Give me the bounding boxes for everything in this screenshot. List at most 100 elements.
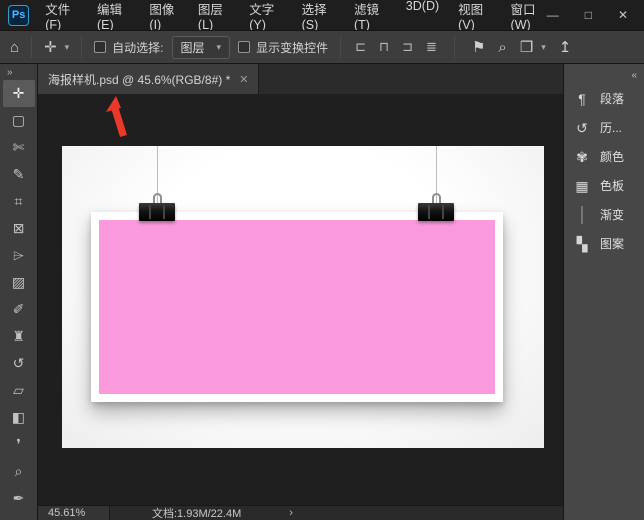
quick-selection-tool[interactable]: ✎ bbox=[3, 161, 35, 188]
home-icon[interactable]: ⌂ bbox=[10, 40, 19, 55]
panel-paragraph[interactable]: ¶ 段落 bbox=[564, 84, 644, 113]
photoshop-window: Ps 文件(F) 编辑(E) 图像(I) 图层(L) 文字(Y) 选择(S) 滤… bbox=[0, 0, 644, 520]
blur-icon: ❜ bbox=[16, 436, 21, 452]
menu-image[interactable]: 图像(I) bbox=[149, 0, 179, 32]
search-icon[interactable]: ⌕ bbox=[498, 40, 506, 55]
frame-icon: ⊠ bbox=[12, 220, 25, 236]
clip-loop bbox=[431, 193, 441, 203]
auto-select-checkbox[interactable] bbox=[94, 41, 107, 53]
panel-label: 图案 bbox=[600, 237, 625, 251]
dropdown-value: 图层 bbox=[180, 40, 205, 55]
binder-clip-right bbox=[418, 193, 454, 221]
menu-type[interactable]: 文字(Y) bbox=[249, 0, 282, 32]
dock-collapse-icon[interactable]: « bbox=[631, 70, 637, 81]
tools-panel: » ✛ ▢ ✄ ✎ ⌗ ⊠ ⌲ ▨ ✐ ♜ ↺ ▱ ◧ ❜ ⌕ ✒ bbox=[0, 64, 38, 520]
document-artboard[interactable] bbox=[62, 146, 544, 448]
auto-select-option[interactable]: 自动选择: bbox=[94, 39, 164, 56]
menu-3d[interactable]: 3D(D) bbox=[406, 0, 439, 32]
auto-select-label: 自动选择: bbox=[112, 40, 164, 55]
marquee-icon: ▢ bbox=[11, 112, 26, 128]
auto-select-target-dropdown[interactable]: 图层 ▾ bbox=[171, 35, 231, 59]
panel-patterns[interactable]: ▚ 图案 bbox=[564, 229, 644, 258]
clip-loop bbox=[152, 193, 162, 203]
crop-tool[interactable]: ⌗ bbox=[3, 188, 35, 215]
tool-options-bar: ⌂ ✛ ▾ 自动选择: 图层 ▾ 显示变换控件 ⊏ ⊓ ⊐ ≣ ⚑ ⌕ ❒ ▾ … bbox=[0, 30, 644, 64]
title-bar: Ps 文件(F) 编辑(E) 图像(I) 图层(L) 文字(Y) 选择(S) 滤… bbox=[0, 0, 644, 32]
history-icon: ↺ bbox=[576, 119, 588, 136]
menu-layer[interactable]: 图层(L) bbox=[198, 0, 230, 32]
dodge-icon: ⌕ bbox=[14, 463, 23, 479]
separator bbox=[340, 36, 342, 58]
menu-window[interactable]: 窗口(W) bbox=[511, 0, 547, 32]
clone-stamp-tool[interactable]: ♜ bbox=[3, 323, 35, 350]
panel-swatches[interactable]: ▦ 色板 bbox=[564, 171, 644, 200]
pattern-icon: ▚ bbox=[576, 235, 588, 252]
blur-tool[interactable]: ❜ bbox=[3, 431, 35, 458]
panel-label: 色板 bbox=[600, 179, 625, 193]
panel-gradients[interactable]: 渐变 bbox=[564, 200, 644, 229]
show-transform-option[interactable]: 显示变换控件 bbox=[238, 39, 328, 56]
move-tool[interactable]: ✛ bbox=[2, 80, 35, 107]
document-size-info: 文档:1.93M/22.4M bbox=[152, 508, 242, 520]
history-brush-tool[interactable]: ↺ bbox=[3, 350, 35, 377]
crop-icon: ⌗ bbox=[14, 193, 23, 209]
brush-tool[interactable]: ✐ bbox=[3, 296, 35, 323]
binder-clip-left bbox=[139, 193, 175, 221]
align-left-icon[interactable]: ⊏ bbox=[355, 39, 366, 55]
document-tab[interactable]: 海报样机.psd @ 45.6%(RGB/8#) * ✕ bbox=[38, 64, 260, 94]
eraser-tool[interactable]: ▱ bbox=[3, 377, 35, 404]
align-right-icon[interactable]: ⊐ bbox=[402, 39, 413, 55]
history-brush-icon: ↺ bbox=[12, 355, 25, 371]
close-icon[interactable]: ✕ bbox=[618, 9, 628, 21]
quick-selection-icon: ✎ bbox=[12, 166, 25, 182]
pen-tool[interactable]: ✒ bbox=[3, 485, 35, 512]
flag-icon[interactable]: ⚑ bbox=[472, 40, 485, 55]
arrange-documents-icon: ❒ bbox=[519, 38, 534, 56]
poster-paper[interactable] bbox=[91, 212, 503, 402]
photoshop-logo-icon: Ps bbox=[8, 4, 30, 26]
clone-stamp-icon: ♜ bbox=[12, 328, 25, 344]
menu-edit[interactable]: 编辑(E) bbox=[97, 0, 130, 32]
healing-brush-icon: ▨ bbox=[11, 274, 26, 290]
menu-file[interactable]: 文件(F) bbox=[45, 0, 78, 32]
zoom-level-field[interactable]: 45.61% bbox=[38, 506, 110, 520]
menu-select[interactable]: 选择(S) bbox=[302, 0, 335, 32]
panel-label: 历... bbox=[600, 121, 623, 135]
rectangular-marquee-tool[interactable]: ▢ bbox=[3, 107, 35, 134]
separator bbox=[31, 36, 33, 58]
swatches-icon: ▦ bbox=[575, 177, 589, 194]
separator bbox=[453, 36, 455, 58]
show-transform-label: 显示变换控件 bbox=[256, 40, 329, 55]
share-icon[interactable]: ↥ bbox=[559, 40, 572, 55]
minimize-icon[interactable]: — bbox=[547, 9, 559, 21]
options-bar-right: ⊏ ⊓ ⊐ ≣ ⚑ ⌕ ❒ ▾ ↥ bbox=[355, 36, 571, 58]
eyedropper-tool[interactable]: ⌲ bbox=[3, 242, 35, 269]
pen-icon: ✒ bbox=[12, 490, 25, 506]
lasso-icon: ✄ bbox=[12, 139, 25, 155]
healing-brush-tool[interactable]: ▨ bbox=[3, 269, 35, 296]
gradient-tool[interactable]: ◧ bbox=[3, 404, 35, 431]
status-chevron-icon[interactable]: › bbox=[289, 507, 293, 519]
menu-view[interactable]: 视图(V) bbox=[458, 0, 491, 32]
clip-body bbox=[139, 203, 175, 221]
show-transform-checkbox[interactable] bbox=[238, 41, 251, 53]
poster-pink-artwork[interactable] bbox=[99, 220, 495, 394]
align-center-icon[interactable]: ⊓ bbox=[379, 39, 389, 55]
tab-close-icon[interactable]: ✕ bbox=[239, 73, 248, 86]
menu-filter[interactable]: 滤镜(T) bbox=[354, 0, 387, 32]
tools-expand-icon[interactable]: » bbox=[0, 67, 13, 80]
red-annotation-arrow bbox=[106, 96, 127, 137]
canvas-area[interactable] bbox=[38, 94, 563, 505]
document-tab-title: 海报样机.psd @ 45.6%(RGB/8#) * bbox=[48, 72, 231, 87]
distribute-icon[interactable]: ≣ bbox=[426, 39, 437, 55]
maximize-icon[interactable]: □ bbox=[585, 9, 592, 21]
dodge-tool[interactable]: ⌕ bbox=[3, 458, 35, 485]
lasso-tool[interactable]: ✄ bbox=[3, 134, 35, 161]
frame-tool[interactable]: ⊠ bbox=[3, 215, 35, 242]
chevron-down-icon: ▾ bbox=[541, 41, 546, 52]
move-tool-preset[interactable]: ✛ ▾ bbox=[44, 40, 69, 55]
panel-color[interactable]: ✾ 颜色 bbox=[564, 142, 644, 171]
document-tab-bar: 海报样机.psd @ 45.6%(RGB/8#) * ✕ bbox=[38, 64, 563, 94]
panel-history[interactable]: ↺ 历... bbox=[564, 113, 644, 142]
arrange-documents[interactable]: ❒ ▾ bbox=[520, 40, 546, 55]
